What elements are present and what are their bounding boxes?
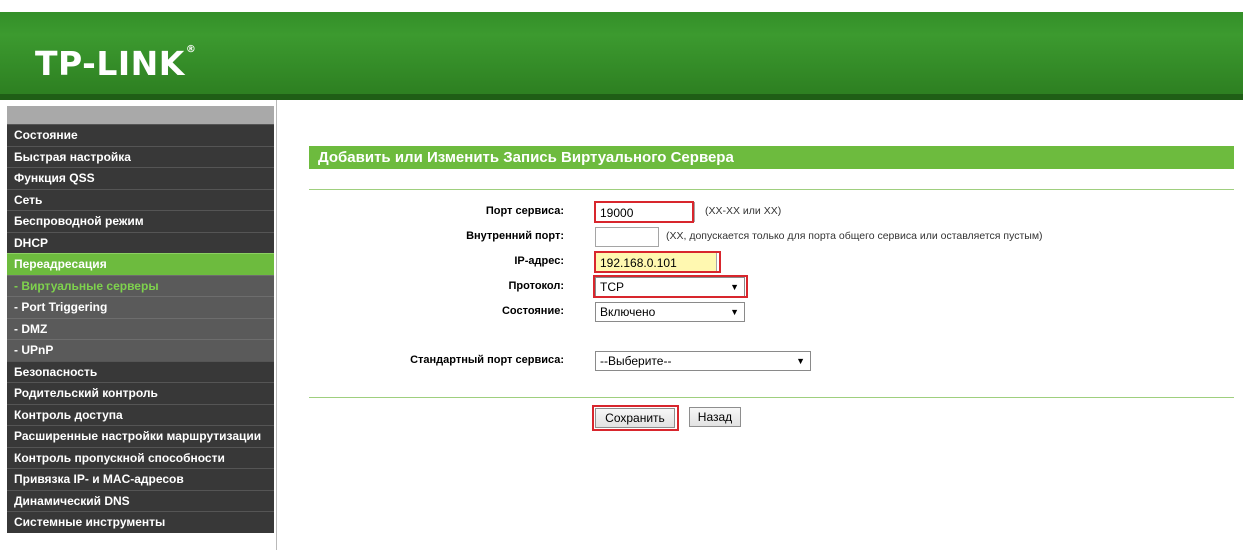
common-service-port-label: Стандартный порт сервиса: (410, 354, 564, 366)
sidebar-item[interactable]: DHCP (7, 231, 274, 253)
service-port-hint: (XX-XX или XX) (705, 205, 782, 217)
sidebar-item[interactable]: Динамический DNS (7, 489, 274, 511)
sidebar-item[interactable]: Сеть (7, 188, 274, 210)
status-value: Включено (600, 305, 656, 319)
sidebar-item[interactable]: Родительский контроль (7, 382, 274, 404)
dropdown-arrow-icon: ▼ (796, 356, 805, 366)
sidebar-item[interactable]: Контроль пропускной способности (7, 446, 274, 468)
sidebar-menu: Состояние Быстрая настройка Функция QSS Сет… (7, 124, 274, 533)
status-select[interactable]: Включено ▼ (595, 302, 745, 322)
sidebar: Состояние Быстрая настройка Функция QSS Сет… (0, 100, 277, 550)
service-port-highlight (594, 201, 694, 223)
sidebar-item[interactable]: - DMZ (7, 317, 274, 339)
service-port-label: Порт сервиса: (485, 205, 564, 217)
sidebar-item[interactable]: Системные инструменты (7, 511, 274, 533)
sidebar-top-bar (7, 106, 274, 124)
common-service-port-value: --Выберите-- (600, 354, 672, 368)
sidebar-item[interactable]: Привязка IP- и MAC-адресов (7, 468, 274, 490)
page-title: Добавить или Изменить Запись Виртуальног… (309, 146, 1234, 169)
sidebar-item[interactable]: Переадресация (7, 253, 274, 275)
protocol-label: Протокол: (508, 280, 565, 292)
sidebar-item[interactable]: Расширенные настройки маршрутизации (7, 425, 274, 447)
ip-address-highlight (594, 251, 721, 273)
protocol-highlight (593, 275, 748, 298)
internal-port-input[interactable] (595, 227, 659, 247)
sidebar-item[interactable]: Быстрая настройка (7, 145, 274, 167)
divider (309, 189, 1234, 190)
main-content: Добавить или Изменить Запись Виртуальног… (309, 100, 1243, 550)
internal-port-label: Внутренний порт: (466, 230, 564, 242)
sidebar-item[interactable]: Состояние (7, 124, 274, 146)
sidebar-item[interactable]: Функция QSS (7, 167, 274, 189)
sidebar-item[interactable]: - Port Triggering (7, 296, 274, 318)
common-service-port-select[interactable]: --Выберите-- ▼ (595, 351, 811, 371)
back-button[interactable]: Назад (689, 407, 741, 427)
save-button-highlight (592, 405, 679, 431)
status-label: Состояние: (501, 305, 564, 317)
ip-address-label: IP-адрес: (514, 255, 564, 267)
sidebar-item[interactable]: - UPnP (7, 339, 274, 361)
sidebar-item[interactable]: Беспроводной режим (7, 210, 274, 232)
header: TP-LINK® (0, 0, 1243, 100)
divider (309, 397, 1234, 398)
dropdown-arrow-icon: ▼ (730, 307, 739, 317)
sidebar-item[interactable]: Контроль доступа (7, 403, 274, 425)
sidebar-item[interactable]: Безопасность (7, 360, 274, 382)
sidebar-item[interactable]: - Виртуальные серверы (7, 274, 274, 296)
tp-link-logo: TP-LINK® (35, 44, 197, 83)
internal-port-hint: (XX, допускается только для порта общего… (666, 230, 1043, 242)
